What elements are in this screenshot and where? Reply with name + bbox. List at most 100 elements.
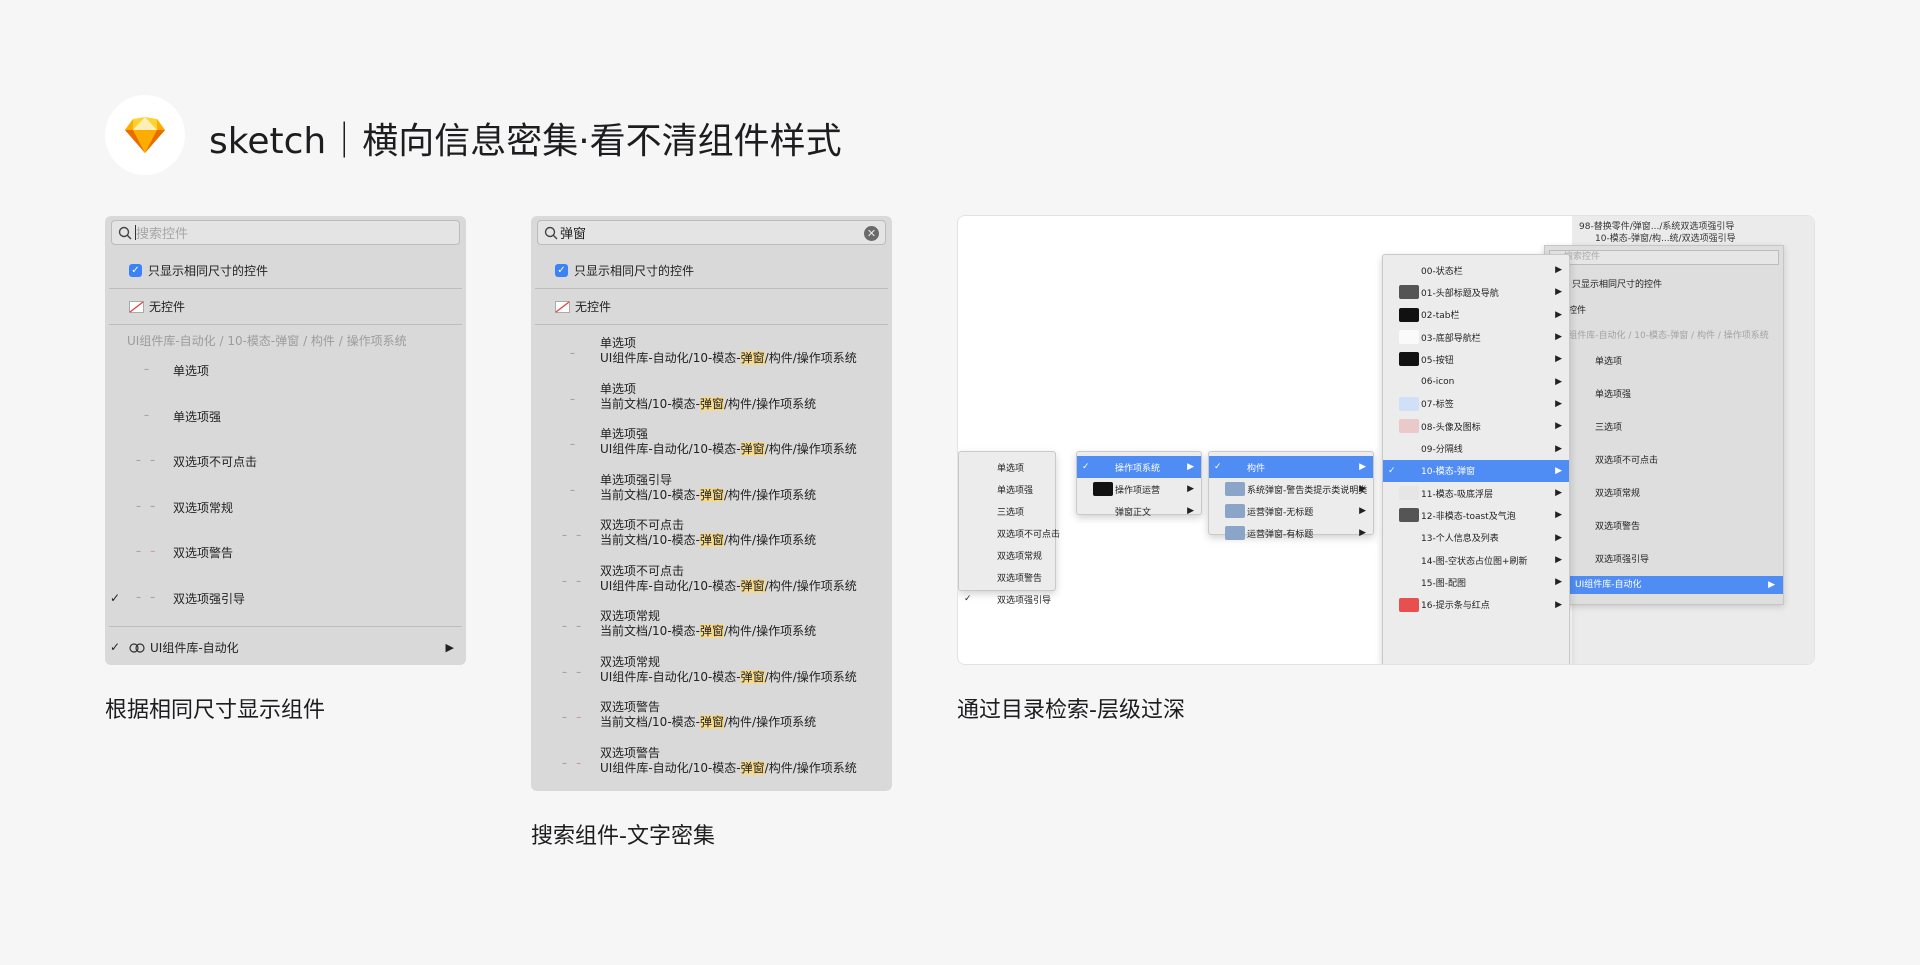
- no-component-item[interactable]: 无控件: [129, 298, 466, 315]
- menu-item[interactable]: 06-icon ▶: [1383, 371, 1569, 393]
- search-result-item[interactable]: 单选项 当前文档/10-模态-弹窗/构件/操作项系统: [600, 382, 816, 412]
- submenu-arrow-icon: ▶: [1555, 532, 1562, 543]
- menu-item[interactable]: 02-tab栏 ▶: [1383, 304, 1569, 326]
- menu-item[interactable]: 03-底部导航栏 ▶: [1383, 326, 1569, 348]
- menu-item[interactable]: 双选项不可点击: [959, 522, 1060, 544]
- search-result-item[interactable]: 双选项警告 UI组件库-自动化/10-模态-弹窗/构件/操作项系统: [600, 746, 857, 776]
- menu-item[interactable]: 01-头部标题及导航 ▶: [1383, 281, 1569, 303]
- menu-item[interactable]: 13-个人信息及列表 ▶: [1383, 527, 1569, 549]
- menu-item[interactable]: 弹窗正文 ▶: [1077, 500, 1201, 522]
- symbol-thumb-icon: [1225, 526, 1245, 540]
- result-path-prefix: 当前文档/10-模态-: [600, 624, 700, 638]
- submenu-arrow-icon: ▶: [1359, 484, 1366, 494]
- search-result-item[interactable]: 双选项警告 当前文档/10-模态-弹窗/构件/操作项系统: [600, 700, 816, 730]
- menu-item-label: 16-提示条与红点: [1421, 601, 1490, 612]
- menu-item[interactable]: 14-图-空状态占位图+刷新 ▶: [1383, 549, 1569, 571]
- menu-item[interactable]: 12-非模态-toast及气泡 ▶: [1383, 504, 1569, 526]
- search-result-item[interactable]: 双选项常规 UI组件库-自动化/10-模态-弹窗/构件/操作项系统: [600, 655, 857, 685]
- search-result-item[interactable]: 单选项强引导 当前文档/10-模态-弹窗/构件/操作项系统: [600, 473, 816, 503]
- menu-item[interactable]: 单选项: [959, 456, 1055, 478]
- list-item[interactable]: 双选项不可点击: [173, 453, 466, 470]
- override-select[interactable]: 10-模态-弹窗/构...统/双选项强引导: [1581, 231, 1807, 244]
- search-result-item[interactable]: 单选项 UI组件库-自动化/10-模态-弹窗/构件/操作项系统: [600, 336, 857, 366]
- submenu-arrow-icon: ▶: [1555, 599, 1562, 610]
- menu-item[interactable]: 双选项警告: [959, 566, 1055, 588]
- menu-item[interactable]: 05-按钮 ▶: [1383, 348, 1569, 370]
- mini-list-item[interactable]: 单选项强: [1595, 387, 1631, 400]
- search-field[interactable]: 弹窗 ✕: [537, 220, 886, 245]
- search-field[interactable]: 搜索控件: [111, 220, 460, 245]
- only-same-size-checkbox[interactable]: ✓ 只显示相同尺寸的控件: [555, 262, 892, 279]
- symbol-thumb-icon: [1225, 504, 1245, 518]
- menu-item-label: 双选项不可点击: [997, 529, 1061, 540]
- menu-item[interactable]: ✓ 构件 ▶: [1209, 456, 1373, 478]
- mini-list-item[interactable]: 双选项强引导: [1595, 552, 1649, 565]
- menu-item[interactable]: 11-模态-吸底浮层 ▶: [1383, 482, 1569, 504]
- only-same-size-checkbox[interactable]: ✓ 只显示相同尺寸的控件: [129, 262, 466, 279]
- clear-search-icon[interactable]: ✕: [864, 226, 879, 241]
- result-path-prefix: 当前文档/10-模态-: [600, 715, 700, 729]
- menu-item[interactable]: 系统弹窗-警告类提示类说明类 ▶: [1209, 478, 1373, 500]
- menu-item[interactable]: 00-状态栏 ▶: [1383, 259, 1569, 281]
- submenu-arrow-icon: ▶: [1555, 555, 1562, 566]
- submenu-arrow-icon: ▶: [1555, 376, 1562, 387]
- result-name: 单选项: [600, 381, 637, 396]
- mini-list-item[interactable]: 三选项: [1595, 420, 1622, 433]
- menu-item[interactable]: 15-图-配图 ▶: [1383, 571, 1569, 593]
- result-name: 单选项: [600, 336, 637, 350]
- menu-item[interactable]: 三选项: [959, 500, 1055, 522]
- mini-list-item[interactable]: 双选项不可点击: [1595, 453, 1658, 466]
- menu-item[interactable]: 09-分隔线 ▶: [1383, 437, 1569, 459]
- search-result-item[interactable]: 双选项不可点击 UI组件库-自动化/10-模态-弹窗/构件/操作项系统: [600, 564, 857, 594]
- mini-library-footer[interactable]: UI组件库-自动化 ▶: [1545, 576, 1783, 594]
- result-name: 双选项常规: [600, 654, 661, 669]
- result-path: UI组件库-自动化/10-模态-弹窗/构件/操作项系统: [600, 351, 857, 366]
- list-item[interactable]: 单选项强: [173, 408, 466, 425]
- menu-item[interactable]: 单选项强: [959, 478, 1055, 500]
- menu-item[interactable]: ✓ 双选项强引导: [959, 588, 1055, 610]
- result-path-prefix: UI组件库-自动化/10-模态-: [600, 760, 741, 775]
- symbol-thumb-icon: – –: [136, 592, 159, 603]
- menu-item[interactable]: 运营弹窗-无标题 ▶: [1209, 500, 1373, 522]
- mini-list-item[interactable]: 双选项警告: [1595, 519, 1640, 532]
- group-path: UI组件库-自动化 / 10-模态-弹窗 / 构件 / 操作项系统: [127, 334, 407, 348]
- menu-item[interactable]: 双选项常规: [959, 544, 1055, 566]
- list-item[interactable]: 双选项警告: [173, 544, 466, 561]
- library-footer-item[interactable]: UI组件库-自动化: [129, 639, 466, 656]
- menu-item[interactable]: 运营弹窗-有标题 ▶: [1209, 522, 1373, 544]
- result-path: 当前文档/10-模态-弹窗/构件/操作项系统: [600, 396, 816, 412]
- menu-item-label: 运营弹窗-有标题: [1247, 529, 1314, 540]
- mini-list-item[interactable]: 单选项: [1595, 354, 1622, 367]
- menu-item[interactable]: 08-头像及图标 ▶: [1383, 415, 1569, 437]
- search-result-item[interactable]: 单选项强 UI组件库-自动化/10-模态-弹窗/构件/操作项系统: [600, 427, 857, 457]
- result-path-prefix: 当前文档/10-模态-: [600, 396, 700, 411]
- result-path-suffix: /构件/操作项系统: [764, 578, 857, 593]
- menu-item[interactable]: 操作项运营 ▶: [1077, 478, 1201, 500]
- mini-list-item[interactable]: 双选项常规: [1595, 486, 1640, 499]
- symbol-search-panel: 弹窗 ✕ ✓ 只显示相同尺寸的控件 无控件 – 单选项 UI组件库-自动化/10-模…: [531, 216, 892, 791]
- menu-item[interactable]: 07-标签 ▶: [1383, 393, 1569, 415]
- menu-item[interactable]: ✓ 10-模态-弹窗 ▶: [1383, 459, 1569, 482]
- menu-item-label: 05-按钮: [1421, 355, 1454, 366]
- symbol-thumb-icon: [1399, 375, 1419, 389]
- page-title: sketch｜横向信息密集·看不清组件样式: [209, 121, 842, 162]
- menu-item[interactable]: ✓ 操作项系统 ▶: [1077, 456, 1201, 478]
- result-path-highlight: 弹窗: [699, 624, 724, 638]
- result-path-highlight: 弹窗: [740, 442, 765, 456]
- mini-search-input[interactable]: 搜索控件: [1549, 250, 1779, 265]
- list-item[interactable]: 单选项: [173, 362, 466, 379]
- list-item-selected[interactable]: 双选项强引导: [173, 590, 466, 607]
- menu-item[interactable]: 16-提示条与红点 ▶: [1383, 594, 1569, 616]
- search-result-item[interactable]: 双选项常规 当前文档/10-模态-弹窗/构件/操作项系统: [600, 609, 816, 639]
- submenu-arrow-icon: ▶: [1768, 580, 1775, 590]
- result-path-prefix: UI组件库-自动化/10-模态-: [600, 351, 741, 365]
- mini-picker-popover: 搜索控件 只显示相同尺寸的控件 无控件 UI组件库-自动化 / 10-模态-弹窗…: [1544, 245, 1784, 605]
- mini-only-same-size[interactable]: 只显示相同尺寸的控件: [1559, 277, 1662, 290]
- menu-item-label: 15-图-配图: [1421, 578, 1466, 589]
- checkmark-icon: ✓: [110, 591, 121, 605]
- divider: [535, 324, 888, 325]
- search-result-item[interactable]: 双选项不可点击 当前文档/10-模态-弹窗/构件/操作项系统: [600, 518, 816, 548]
- symbol-thumb-icon: [1399, 307, 1419, 322]
- no-component-item[interactable]: 无控件: [555, 298, 892, 315]
- list-item[interactable]: 双选项常规: [173, 499, 466, 516]
